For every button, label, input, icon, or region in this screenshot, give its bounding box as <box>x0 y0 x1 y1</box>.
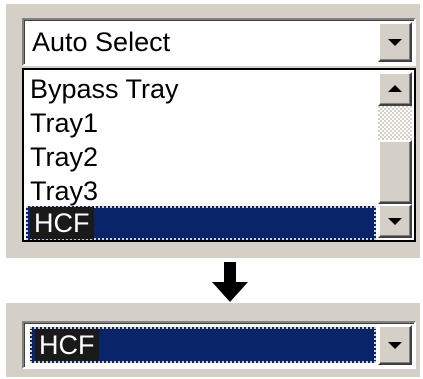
list-item-hcf-label: HCF <box>30 207 94 239</box>
scroll-up-arrow-icon <box>388 85 402 92</box>
combo-value: Auto Select <box>32 27 171 57</box>
list-item-hcf[interactable]: HCF <box>26 206 376 240</box>
combo-selected-label: HCF <box>35 329 99 361</box>
scroll-up-button[interactable] <box>378 72 412 106</box>
scroll-down-arrow-icon <box>388 218 402 225</box>
paper-source-combo-open[interactable]: Auto Select <box>22 18 416 66</box>
dropdown-button[interactable] <box>378 325 412 365</box>
combo-selected-value: HCF <box>30 327 376 363</box>
dropdown-list[interactable]: Bypass Tray Tray1 Tray2 Tray3 HCF <box>22 68 416 242</box>
scroll-down-button[interactable] <box>378 204 412 238</box>
list-item-tray3[interactable]: Tray3 <box>30 174 98 208</box>
list-item-bypass-tray[interactable]: Bypass Tray <box>30 72 179 106</box>
list-item-tray2[interactable]: Tray2 <box>30 140 98 174</box>
arrow-down-icon <box>212 262 248 302</box>
paper-source-combo-closed[interactable]: HCF <box>22 321 416 369</box>
vertical-scrollbar[interactable] <box>378 72 412 238</box>
chevron-down-icon <box>388 39 402 46</box>
list-item-tray1[interactable]: Tray1 <box>30 106 98 140</box>
dropdown-button[interactable] <box>378 22 412 62</box>
scrollbar-thumb[interactable] <box>378 140 412 204</box>
chevron-down-icon <box>388 342 402 349</box>
